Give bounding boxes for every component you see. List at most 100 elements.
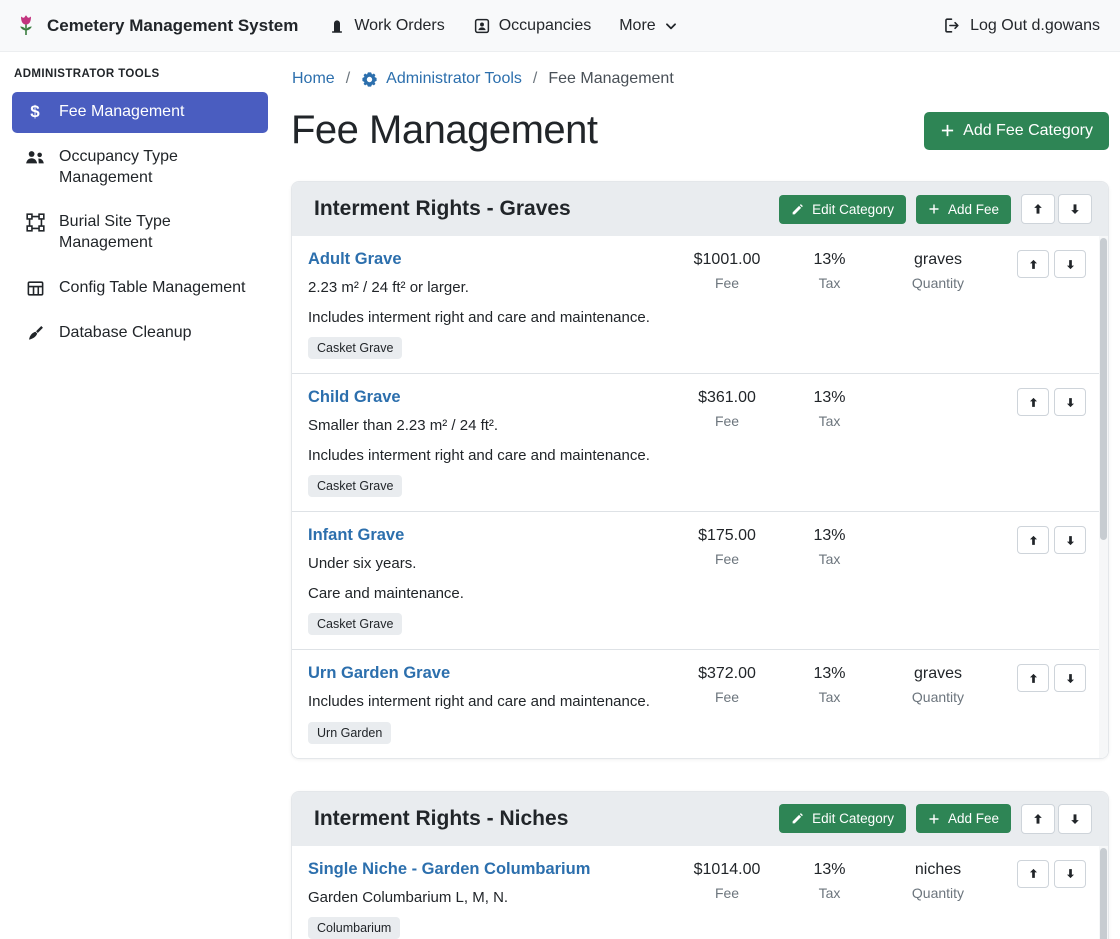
page-title: Fee Management bbox=[291, 108, 598, 153]
arrow-down-icon bbox=[1068, 202, 1082, 216]
move-fee-up-button[interactable] bbox=[1017, 250, 1049, 278]
fee-category-body: Adult Grave 2.23 m² / 24 ft² or larger. … bbox=[292, 236, 1108, 758]
nav-item-work-orders[interactable]: Work Orders bbox=[314, 9, 458, 43]
fee-quantity-column: niches Quantity bbox=[882, 860, 994, 901]
move-category-down-button[interactable] bbox=[1058, 804, 1092, 834]
fee-details: Infant Grave Under six years. Care and m… bbox=[308, 526, 677, 635]
scrollbar-thumb[interactable] bbox=[1100, 848, 1107, 939]
nav-item-occupancies[interactable]: Occupancies bbox=[459, 9, 606, 43]
fee-row: Urn Garden Grave Includes interment righ… bbox=[292, 649, 1108, 758]
fee-description: Includes interment right and care and ma… bbox=[308, 691, 659, 714]
fee-amount-label: Fee bbox=[677, 689, 777, 705]
logout-button[interactable]: Log Out d.gowans bbox=[936, 8, 1106, 43]
card-scrollbar[interactable] bbox=[1099, 236, 1108, 758]
logout-label: Log Out d.gowans bbox=[970, 17, 1100, 35]
arrow-down-icon bbox=[1064, 867, 1077, 880]
add-fee-button[interactable]: Add Fee bbox=[916, 195, 1011, 224]
fee-type-tag: Urn Garden bbox=[308, 722, 391, 744]
fee-name-link[interactable]: Adult Grave bbox=[308, 250, 402, 269]
add-fee-category-button[interactable]: Add Fee Category bbox=[924, 112, 1109, 150]
edit-category-button[interactable]: Edit Category bbox=[779, 804, 906, 833]
app-brand[interactable]: Cemetery Management System bbox=[14, 14, 298, 38]
fee-category-title: Interment Rights - Niches bbox=[308, 807, 779, 831]
fee-category-header: Interment Rights - Graves Edit Category … bbox=[292, 182, 1108, 236]
fee-tax-label: Tax bbox=[777, 885, 882, 901]
fee-row-actions bbox=[994, 664, 1086, 692]
gear-icon bbox=[361, 71, 378, 88]
fee-amount-value: $372.00 bbox=[677, 665, 777, 683]
fee-quantity-label: Quantity bbox=[882, 275, 994, 291]
fee-row: Infant Grave Under six years. Care and m… bbox=[292, 511, 1108, 649]
move-fee-down-button[interactable] bbox=[1054, 250, 1086, 278]
breadcrumb-separator: / bbox=[346, 70, 350, 88]
fee-type-tag: Columbarium bbox=[308, 917, 400, 939]
move-fee-down-button[interactable] bbox=[1054, 526, 1086, 554]
move-fee-down-button[interactable] bbox=[1054, 664, 1086, 692]
edit-category-button[interactable]: Edit Category bbox=[779, 195, 906, 224]
fee-amount-label: Fee bbox=[677, 885, 777, 901]
edit-category-label: Edit Category bbox=[812, 811, 894, 826]
fee-name-link[interactable]: Urn Garden Grave bbox=[308, 664, 450, 683]
move-fee-up-button[interactable] bbox=[1017, 388, 1049, 416]
pencil-icon bbox=[791, 812, 804, 825]
breadcrumb-separator: / bbox=[533, 70, 537, 88]
dollar-icon: $ bbox=[24, 102, 46, 120]
category-actions: Edit Category Add Fee bbox=[779, 804, 1092, 834]
move-fee-up-button[interactable] bbox=[1017, 664, 1049, 692]
fee-tax-label: Tax bbox=[777, 413, 882, 429]
occupant-frame-icon bbox=[473, 17, 491, 35]
fee-type-tag: Casket Grave bbox=[308, 613, 402, 635]
sidebar-item-label: Config Table Management bbox=[59, 278, 246, 299]
card-scrollbar[interactable] bbox=[1099, 846, 1108, 939]
monument-icon bbox=[328, 17, 346, 35]
move-category-up-button[interactable] bbox=[1021, 804, 1055, 834]
plus-icon bbox=[928, 813, 940, 825]
move-fee-down-button[interactable] bbox=[1054, 388, 1086, 416]
scrollbar-thumb[interactable] bbox=[1100, 238, 1107, 540]
sidebar-item-burial-site-type-management[interactable]: Burial Site Type Management bbox=[12, 202, 268, 264]
breadcrumb-admin-tools-link[interactable]: Administrator Tools bbox=[361, 70, 522, 88]
edit-category-label: Edit Category bbox=[812, 202, 894, 217]
move-fee-up-button[interactable] bbox=[1017, 860, 1049, 888]
broom-icon bbox=[24, 323, 46, 343]
fee-quantity-unit: graves bbox=[882, 251, 994, 269]
fee-tax-column: 13% Tax bbox=[777, 526, 882, 567]
sidebar-item-fee-management[interactable]: $ Fee Management bbox=[12, 92, 268, 133]
move-fee-up-button[interactable] bbox=[1017, 526, 1049, 554]
breadcrumb-home-link[interactable]: Home bbox=[292, 70, 335, 88]
nav-item-more[interactable]: More bbox=[605, 9, 691, 43]
fee-name-link[interactable]: Child Grave bbox=[308, 388, 401, 407]
fee-type-tag: Casket Grave bbox=[308, 475, 402, 497]
arrow-up-icon bbox=[1031, 202, 1045, 216]
sidebar-item-database-cleanup[interactable]: Database Cleanup bbox=[12, 313, 268, 354]
breadcrumb-admin-tools-label: Administrator Tools bbox=[386, 70, 522, 88]
sidebar-heading: ADMINISTRATOR TOOLS bbox=[14, 68, 268, 80]
fee-categories-list: Interment Rights - Graves Edit Category … bbox=[291, 181, 1109, 939]
fee-tax-value: 13% bbox=[777, 527, 882, 545]
nav-item-label: Work Orders bbox=[354, 17, 444, 35]
fee-amount-value: $1001.00 bbox=[677, 251, 777, 269]
move-category-down-button[interactable] bbox=[1058, 194, 1092, 224]
fee-name-link[interactable]: Single Niche - Garden Columbarium bbox=[308, 860, 590, 879]
fee-name-link[interactable]: Infant Grave bbox=[308, 526, 404, 545]
fee-tax-column: 13% Tax bbox=[777, 250, 882, 291]
breadcrumb: Home / Administrator Tools / Fee Managem… bbox=[292, 70, 1109, 88]
fee-quantity-unit: niches bbox=[882, 861, 994, 879]
fee-amount-column: $1001.00 Fee bbox=[677, 250, 777, 291]
sidebar-item-label: Fee Management bbox=[59, 102, 184, 123]
plus-icon bbox=[940, 123, 955, 138]
move-category-up-button[interactable] bbox=[1021, 194, 1055, 224]
arrow-up-icon bbox=[1027, 867, 1040, 880]
arrow-down-icon bbox=[1064, 258, 1077, 271]
fee-amount-label: Fee bbox=[677, 551, 777, 567]
add-fee-button[interactable]: Add Fee bbox=[916, 804, 1011, 833]
tulip-logo bbox=[14, 14, 38, 38]
sidebar-item-config-table-management[interactable]: Config Table Management bbox=[12, 268, 268, 309]
fee-row: Adult Grave 2.23 m² / 24 ft² or larger. … bbox=[292, 236, 1108, 373]
fee-tax-label: Tax bbox=[777, 689, 882, 705]
fee-description: Under six years. bbox=[308, 553, 659, 576]
main-content: Home / Administrator Tools / Fee Managem… bbox=[280, 52, 1120, 939]
fee-quantity-column: graves Quantity bbox=[882, 250, 994, 291]
sidebar-item-occupancy-type-management[interactable]: Occupancy Type Management bbox=[12, 137, 268, 199]
move-fee-down-button[interactable] bbox=[1054, 860, 1086, 888]
